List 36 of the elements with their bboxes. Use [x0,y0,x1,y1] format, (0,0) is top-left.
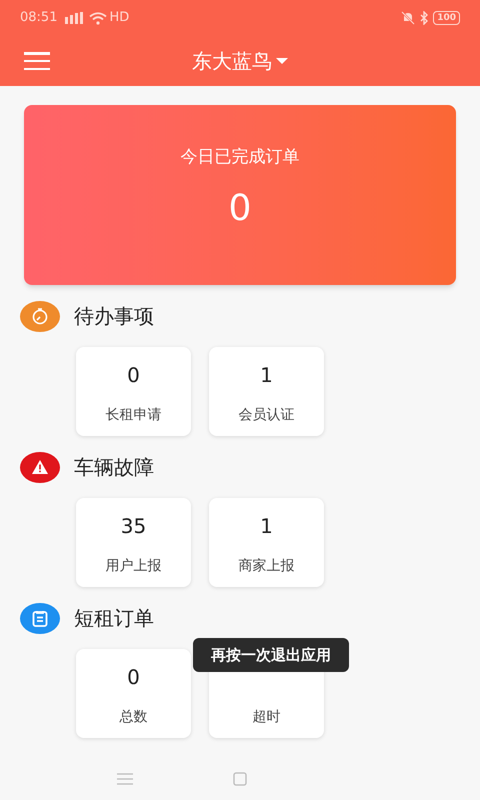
stat-tile[interactable]: 1 会员认证 [209,347,324,436]
stat-label: 商家上报 [238,557,294,576]
home-icon[interactable] [233,772,247,786]
section-title: 待办事项 [74,303,154,330]
stat-label: 总数 [120,708,148,727]
clock-text: 08:51 [20,9,58,28]
menu-icon[interactable] [117,773,133,785]
stat-tile[interactable]: 0 长租申请 [76,347,191,436]
section-title: 短租订单 [74,605,154,632]
stat-value: 35 [120,516,146,536]
stat-label: 长租申请 [106,406,162,425]
toast: 再按一次退出应用 [193,638,349,672]
stat-tile[interactable]: 35 用户上报 [76,498,191,587]
stopwatch-icon [20,300,60,332]
stat-value: 1 [260,365,273,385]
stat-label: 会员认证 [238,406,294,425]
dropdown-caret-icon [276,58,288,64]
stat-label: 超时 [252,708,280,727]
stat-value: 1 [260,516,273,536]
stat-tile[interactable]: 1 商家上报 [209,498,324,587]
signal-icon [65,12,86,24]
stat-tile[interactable]: 0 总数 [76,649,191,738]
network-text: HD [109,9,130,28]
battery-indicator: 100 [433,11,460,25]
wifi-icon [89,12,108,24]
warning-icon [20,452,60,482]
stat-label: 用户上报 [106,557,162,576]
summary-label: 今日已完成订单 [180,146,300,169]
menu-button[interactable] [24,52,50,70]
clipboard-icon [20,602,60,634]
summary-value: 0 [228,190,252,226]
bluetooth-icon [419,11,430,25]
stat-value: 0 [127,365,140,385]
mute-icon [401,11,416,25]
stat-value: 0 [127,667,140,687]
section-title: 车辆故障 [74,454,154,481]
